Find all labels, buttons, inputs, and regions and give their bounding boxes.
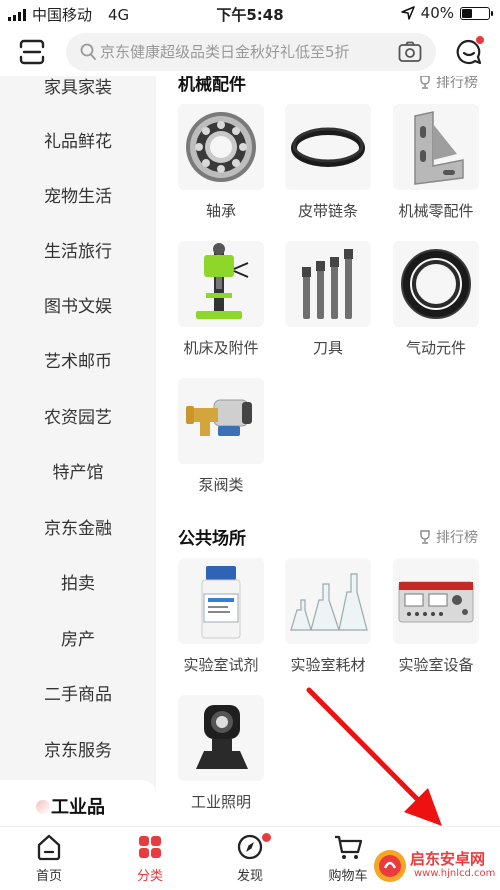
watermark-url: www.hjnlcd.com <box>414 868 496 879</box>
product-label: 机械零配件 <box>398 202 474 220</box>
sidebar-item-travel[interactable]: 生活旅行 <box>0 225 156 280</box>
trophy-icon <box>420 76 430 89</box>
rank-link-machinery[interactable]: 排行榜 <box>418 76 478 92</box>
rank-link-public-places[interactable]: 排行榜 <box>418 527 478 547</box>
sidebar-item-furniture[interactable]: 家具家装 <box>0 76 156 116</box>
search-bar[interactable] <box>66 33 436 71</box>
product-label: 气动元件 <box>405 339 466 357</box>
product-label: 工业照明 <box>190 793 251 811</box>
cart-icon <box>335 835 363 859</box>
product-pneumatic[interactable]: 气动元件 <box>391 241 481 358</box>
product-lab-consumables[interactable]: 实验室耗材 <box>283 558 373 675</box>
taps-image <box>285 241 371 327</box>
product-bearing[interactable]: 轴承 <box>176 104 266 221</box>
product-label: 实验室试剂 <box>183 656 259 674</box>
watermark: 启东安卓网 www.hjnlcd.com <box>370 846 500 886</box>
discover-badge <box>262 833 271 842</box>
product-lab-equipment[interactable]: 实验室设备 <box>391 558 481 675</box>
product-label: 实验室耗材 <box>290 656 366 674</box>
message-button[interactable] <box>454 35 485 67</box>
product-lab-reagents[interactable]: 实验室试剂 <box>176 558 266 675</box>
location-arrow-icon <box>400 6 415 20</box>
tab-home[interactable]: 首页 <box>9 833 89 884</box>
watermark-text: 启东安卓网 <box>410 850 486 868</box>
sidebar-item-pets[interactable]: 宠物生活 <box>0 170 156 225</box>
battery-icon <box>460 6 493 20</box>
sidebar-item-industrial[interactable]: 工业品 <box>0 780 156 826</box>
sidebar-item-art-stamps[interactable]: 艺术邮币 <box>0 335 156 390</box>
rank-label: 排行榜 <box>436 530 478 546</box>
tab-label: 首页 <box>35 869 62 884</box>
sidebar-item-label: 工业品 <box>51 797 105 818</box>
bearing-image <box>178 104 264 190</box>
message-badge <box>475 35 485 45</box>
flasks-image <box>285 558 371 644</box>
camera-icon[interactable] <box>398 41 422 63</box>
product-belt[interactable]: 皮带链条 <box>283 104 373 221</box>
sidebar-item-gifts-flowers[interactable]: 礼品鲜花 <box>0 115 156 170</box>
status-bar: 中国移动 4G 下午5:48 40% <box>0 0 500 26</box>
sidebar-item-agriculture[interactable]: 农资园艺 <box>0 391 156 446</box>
section-title-public-places: 公共场所 <box>178 529 246 549</box>
sidebar-item-finance[interactable]: 京东金融 <box>0 502 156 557</box>
category-sidebar: 家具家装 礼品鲜花 宠物生活 生活旅行 图书文娱 艺术邮币 农资园艺 特产馆 京… <box>0 76 156 826</box>
tab-label: 发现 <box>236 869 263 884</box>
rank-label: 排行榜 <box>436 76 478 91</box>
tab-category[interactable]: 分类 <box>110 833 190 884</box>
home-icon <box>37 834 61 861</box>
sidebar-item-auction[interactable]: 拍卖 <box>0 557 156 612</box>
pump-image <box>178 378 264 464</box>
sidebar-item-second-hand[interactable]: 二手商品 <box>0 668 156 723</box>
category-content: 机械配件 排行榜 轴承 皮带链条 机械零配件 机床及附件 刀具 气动元件 泵阀类… <box>156 76 500 826</box>
battery-percent: 40% <box>420 4 454 22</box>
trophy-icon <box>420 530 430 544</box>
sidebar-item-books[interactable]: 图书文娱 <box>0 280 156 335</box>
drill-press-image <box>178 241 264 327</box>
header <box>0 28 500 76</box>
sidebar-item-real-estate[interactable]: 房产 <box>0 613 156 668</box>
product-label: 泵阀类 <box>198 476 244 494</box>
product-industrial-lighting[interactable]: 工业照明 <box>176 695 266 812</box>
product-pumps-valves[interactable]: 泵阀类 <box>176 378 266 495</box>
scan-icon <box>19 39 45 65</box>
product-label: 刀具 <box>312 339 343 357</box>
scan-button[interactable] <box>18 38 46 66</box>
search-light-image <box>178 695 264 781</box>
tab-label: 分类 <box>136 869 163 884</box>
search-icon <box>80 43 96 60</box>
product-machine-tools[interactable]: 机床及附件 <box>176 241 266 358</box>
compass-icon <box>237 834 263 860</box>
sidebar-item-services[interactable]: 京东服务 <box>0 724 156 779</box>
product-label: 机床及附件 <box>183 339 259 357</box>
tab-discover[interactable]: 发现 <box>210 833 290 884</box>
search-input[interactable] <box>100 33 390 71</box>
product-mechanical-parts[interactable]: 机械零配件 <box>391 104 481 221</box>
bracket-image <box>393 104 479 190</box>
section-title-machinery: 机械配件 <box>178 76 246 95</box>
sidebar-item-specialties[interactable]: 特产馆 <box>0 446 156 501</box>
reagent-bottle-image <box>178 558 264 644</box>
watermark-logo-icon <box>374 850 406 882</box>
belt-image <box>285 104 371 190</box>
active-indicator <box>36 800 50 814</box>
hose-coil-image <box>393 241 479 327</box>
product-label: 轴承 <box>205 202 236 220</box>
lab-instrument-image <box>393 558 479 644</box>
product-label: 实验室设备 <box>398 656 474 674</box>
product-cutting-tools[interactable]: 刀具 <box>283 241 373 358</box>
category-icon <box>139 836 161 858</box>
product-label: 皮带链条 <box>297 202 358 220</box>
